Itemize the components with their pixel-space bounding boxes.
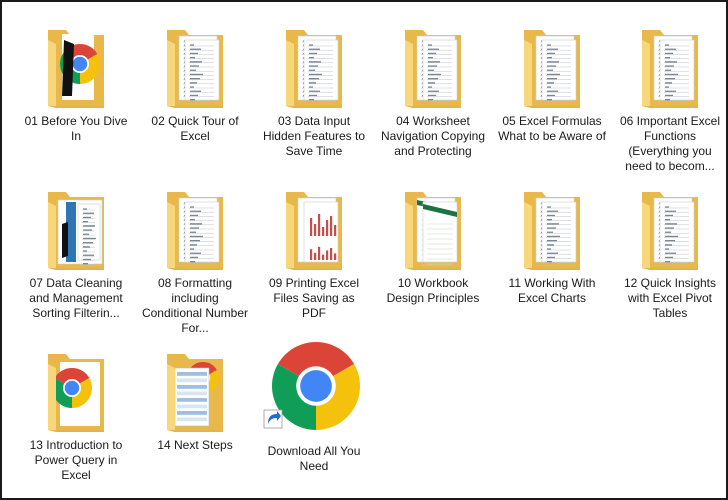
folder-item[interactable]: 09 Printing Excel Files Saving as PDF: [260, 180, 368, 338]
item-label: 11 Working With Excel Charts: [508, 276, 596, 305]
item-label: 12 Quick Insights with Excel Pivot Table…: [623, 276, 717, 320]
item-label: 05 Excel Formulas What to be Aware of: [498, 114, 606, 143]
folder-icon: [508, 22, 598, 114]
folder-icon: [151, 346, 241, 438]
file-explorer-window: 01 Before You Dive In 02 Quick Tour of Ex…: [0, 0, 728, 500]
folder-item[interactable]: 11 Working With Excel Charts: [498, 180, 606, 338]
folder-item[interactable]: 14 Next Steps: [141, 342, 249, 498]
folder-icon: [270, 184, 360, 276]
item-label: 13 Introduction to Power Query in Excel: [29, 438, 123, 482]
chrome-shortcut-icon: [262, 340, 362, 440]
folder-item[interactable]: 01 Before You Dive In: [22, 18, 130, 176]
folder-item[interactable]: 12 Quick Insights with Excel Pivot Table…: [616, 180, 724, 338]
folder-icon: [32, 346, 122, 438]
folder-item[interactable]: 03 Data Input Hidden Features to Save Ti…: [260, 18, 368, 176]
item-label: Download All You Need: [267, 444, 361, 473]
folder-icon: [508, 184, 598, 276]
icon-grid: 01 Before You Dive In 02 Quick Tour of Ex…: [10, 12, 720, 492]
folder-item[interactable]: 02 Quick Tour of Excel: [141, 18, 249, 176]
item-label: 03 Data Input Hidden Features to Save Ti…: [262, 114, 366, 158]
item-label: 07 Data Cleaning and Management Sorting …: [29, 276, 123, 320]
folder-item[interactable]: 04 Worksheet Navigation Copying and Prot…: [379, 18, 487, 176]
folder-icon: [151, 184, 241, 276]
item-label: 14 Next Steps: [157, 438, 233, 452]
item-label: 01 Before You Dive In: [24, 114, 128, 143]
folder-item[interactable]: 10 Workbook Design Principles: [379, 180, 487, 338]
item-label: 08 Formatting including Conditional Numb…: [141, 276, 249, 335]
folder-icon: [389, 184, 479, 276]
folder-icon: [32, 184, 122, 276]
folder-icon: [626, 184, 716, 276]
folder-item[interactable]: 07 Data Cleaning and Management Sorting …: [22, 180, 130, 338]
item-label: 04 Worksheet Navigation Copying and Prot…: [380, 114, 486, 158]
folder-item[interactable]: 05 Excel Formulas What to be Aware of: [498, 18, 606, 176]
item-label: 06 Important Excel Functions (Everything…: [619, 114, 721, 173]
item-label: 09 Printing Excel Files Saving as PDF: [268, 276, 360, 320]
shortcut-item[interactable]: Download All You Need: [260, 340, 368, 498]
item-label: 10 Workbook Design Principles: [386, 276, 480, 305]
folder-icon: [389, 22, 479, 114]
folder-item[interactable]: 06 Important Excel Functions (Everything…: [616, 18, 724, 176]
folder-icon: [270, 22, 360, 114]
folder-icon: [32, 22, 122, 114]
folder-item[interactable]: 08 Formatting including Conditional Numb…: [141, 180, 249, 338]
item-label: 02 Quick Tour of Excel: [151, 114, 239, 143]
folder-icon: [626, 22, 716, 114]
folder-item[interactable]: 13 Introduction to Power Query in Excel: [22, 342, 130, 498]
folder-icon: [151, 22, 241, 114]
